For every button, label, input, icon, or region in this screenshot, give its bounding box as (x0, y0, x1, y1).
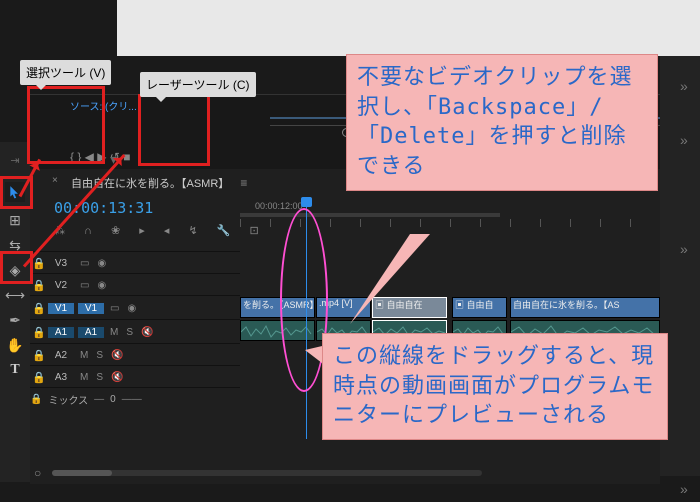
track-a2[interactable]: 🔒A2MS🔇 (30, 343, 240, 366)
track-select-tool[interactable]: ⊞ (5, 210, 25, 230)
zoom-out-icon[interactable]: ○ (34, 466, 41, 480)
track-v2[interactable]: 🔒V2▭◉ (30, 273, 240, 296)
tooltip-select: 選択ツール (V) (20, 60, 111, 85)
track-a3[interactable]: 🔒A3MS🔇 (30, 365, 240, 388)
track-v3[interactable]: 🔒V3▭◉ (30, 251, 240, 274)
highlight-toolbar-select (0, 176, 33, 209)
expand-icon[interactable]: ⇥ (5, 150, 25, 170)
expand-icon[interactable]: » (680, 241, 688, 257)
slip-tool[interactable]: ⟷ (5, 285, 25, 305)
video-clip[interactable]: ▣ 自由自 (452, 297, 507, 318)
tab-prev-icon[interactable]: × (52, 175, 58, 186)
highlight-toolbar-razor (0, 251, 33, 284)
hand-tool[interactable]: ✋ (5, 335, 25, 355)
tab-menu-icon[interactable]: ≡ (240, 176, 247, 190)
type-tool[interactable]: T (5, 360, 25, 380)
expand-icon[interactable]: » (680, 481, 688, 497)
highlight-razor-tool (138, 94, 210, 166)
callout-tail-icon (350, 234, 430, 324)
highlight-select-tool (27, 86, 105, 164)
expand-icon[interactable]: » (680, 78, 688, 94)
timeline-options[interactable]: ⁂ ∩ ❀ ▸ ◂ ↯ 🔧 ⊡ (54, 224, 267, 237)
annotation-callout-delete: 不要なビデオクリップを選択し、「Backspace」/「Delete」を押すと削… (346, 54, 658, 191)
video-clip[interactable]: 自由自在に氷を削る。【AS (510, 297, 660, 318)
mix-row[interactable]: 🔒ミックス—0—— (30, 387, 240, 410)
zoom-scrollbar[interactable] (52, 470, 482, 476)
tooltip-razor: レーザーツール (C) (140, 72, 256, 97)
expand-icon[interactable]: » (680, 132, 688, 148)
track-v1[interactable]: 🔒V1V1▭◉ (30, 295, 240, 320)
annotation-callout-playhead: この縦線をドラッグすると、現時点の動画画面がプログラムモニターにプレビューされる (322, 333, 668, 440)
ruler-label: 00:00:12:00 (255, 201, 303, 211)
track-a1[interactable]: 🔒A1A1MS🔇 (30, 319, 240, 344)
pen-tool[interactable]: ✒ (5, 310, 25, 330)
